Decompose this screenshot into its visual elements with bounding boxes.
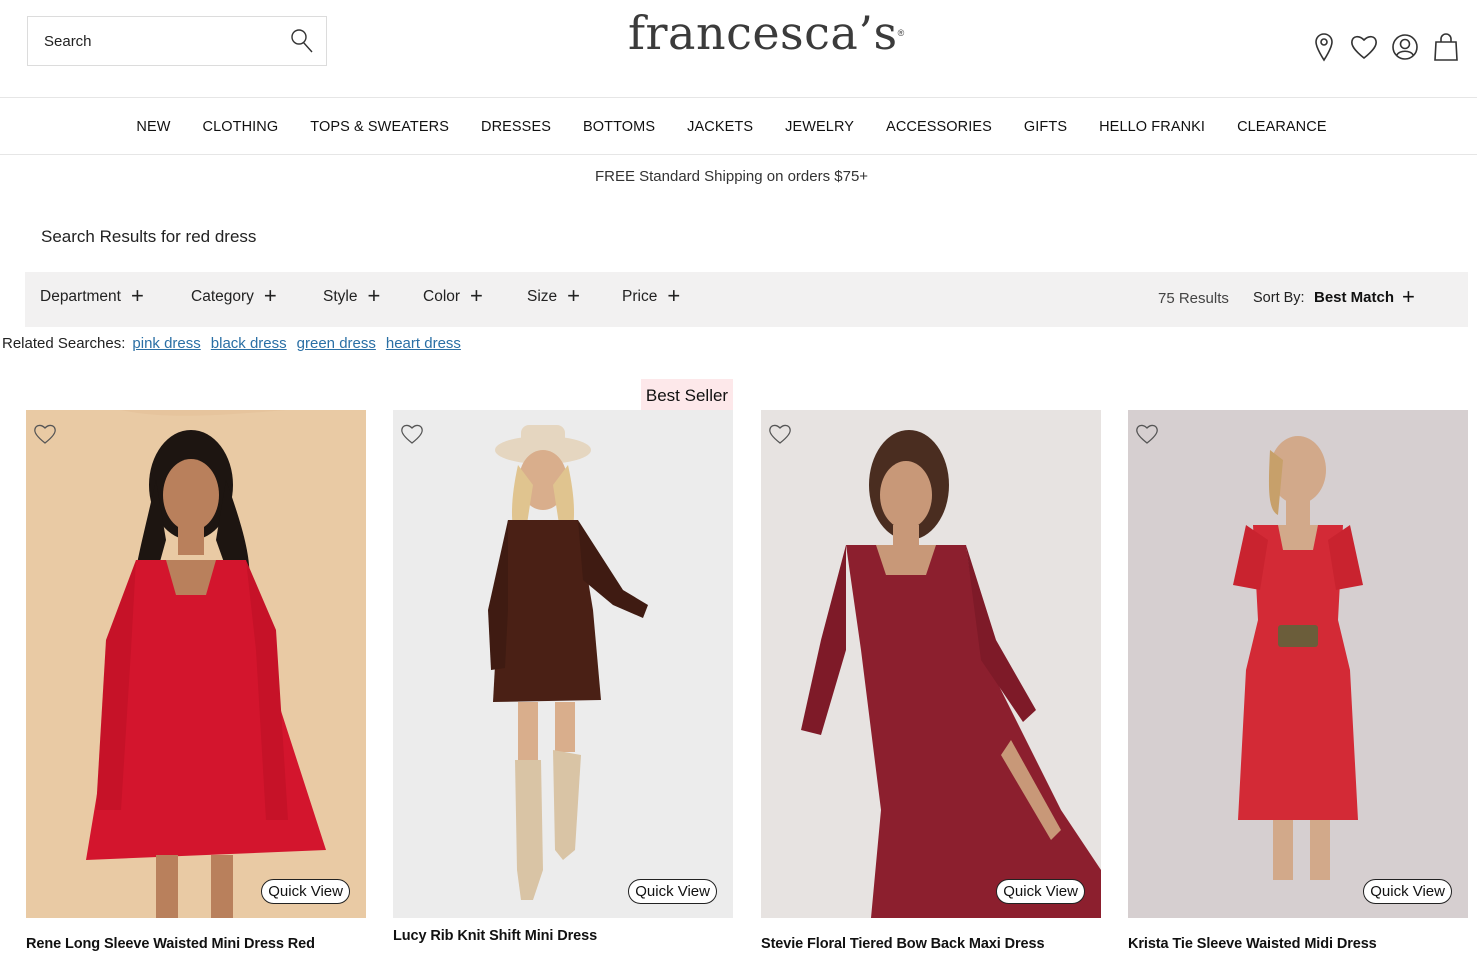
nav-clothing[interactable]: CLOTHING (203, 119, 279, 135)
product-name[interactable]: Lucy Rib Knit Shift Mini Dress (393, 928, 733, 944)
quick-view-button[interactable]: Quick View (996, 879, 1085, 904)
quick-view-button[interactable]: Quick View (1363, 879, 1452, 904)
wishlist-icon[interactable] (1348, 30, 1380, 64)
account-icon[interactable] (1389, 30, 1421, 64)
plus-icon: + (263, 283, 277, 308)
nav-jewelry[interactable]: JEWELRY (785, 119, 854, 135)
filter-label: Size (527, 288, 558, 305)
product-card[interactable]: Quick View Stevie Floral Tiered Bow Back… (761, 410, 1101, 952)
related-label: Related Searches: (2, 335, 126, 352)
sort-dropdown[interactable]: Best Match + (1314, 286, 1415, 308)
related-link-green-dress[interactable]: green dress (297, 335, 376, 352)
product-image[interactable]: Quick View (26, 410, 366, 918)
filter-department[interactable]: Department + (40, 285, 144, 307)
site-header: francesca’s® (0, 0, 1477, 98)
filter-price[interactable]: Price + (622, 285, 680, 307)
plus-icon: + (130, 283, 144, 308)
plus-icon: + (367, 283, 381, 308)
search-icon[interactable] (288, 27, 316, 55)
filter-label: Color (423, 288, 461, 305)
nav-tops-sweaters[interactable]: TOPS & SWEATERS (310, 119, 449, 135)
product-name[interactable]: Stevie Floral Tiered Bow Back Maxi Dress (761, 936, 1101, 952)
product-card[interactable]: Quick View Lucy Rib Knit Shift Mini Dres… (393, 410, 733, 944)
quick-view-button[interactable]: Quick View (628, 879, 717, 904)
filter-size[interactable]: Size + (527, 285, 580, 307)
product-name[interactable]: Krista Tie Sleeve Waisted Midi Dress (1128, 936, 1468, 952)
filter-label: Category (191, 288, 254, 305)
product-card[interactable]: Quick View Krista Tie Sleeve Waisted Mid… (1128, 410, 1468, 952)
nav-new[interactable]: NEW (136, 119, 170, 135)
product-image[interactable]: Quick View (393, 410, 733, 918)
related-link-pink-dress[interactable]: pink dress (132, 335, 200, 352)
best-seller-badge: Best Seller (641, 379, 733, 412)
search-input[interactable] (28, 17, 283, 65)
product-image[interactable]: Quick View (1128, 410, 1468, 918)
filter-style[interactable]: Style + (323, 285, 380, 307)
wishlist-heart-icon[interactable] (399, 422, 425, 446)
filter-label: Price (622, 288, 658, 305)
related-searches: Related Searches: pink dress black dress gr… (2, 335, 461, 352)
results-count: 75 Results (1158, 290, 1229, 307)
plus-icon: + (470, 283, 483, 308)
wishlist-heart-icon[interactable] (1134, 422, 1160, 446)
filter-label: Department (40, 288, 121, 305)
wishlist-heart-icon[interactable] (32, 422, 58, 446)
promo-banner[interactable]: FREE Standard Shipping on orders $75+ (0, 168, 1477, 185)
filter-label: Style (323, 288, 358, 305)
filter-bar: Department + Category + Style + Color + Size… (25, 272, 1468, 327)
plus-icon: + (667, 283, 681, 308)
nav-jackets[interactable]: JACKETS (687, 119, 753, 135)
nav-gifts[interactable]: GIFTS (1024, 119, 1067, 135)
related-link-heart-dress[interactable]: heart dress (386, 335, 461, 352)
related-link-black-dress[interactable]: black dress (211, 335, 287, 352)
registered-mark: ® (897, 28, 905, 38)
plus-icon: + (567, 283, 581, 308)
store-locator-icon[interactable] (1308, 30, 1340, 64)
shopping-bag-icon[interactable] (1430, 30, 1462, 64)
product-card[interactable]: Quick View Rene Long Sleeve Waisted Mini… (26, 410, 366, 952)
sort-value: Best Match (1314, 289, 1395, 306)
logo-text: francesca’s (628, 6, 898, 60)
filter-category[interactable]: Category + (191, 285, 277, 307)
main-nav: NEW CLOTHING TOPS & SWEATERS DRESSES BOT… (0, 99, 1477, 155)
logo[interactable]: francesca’s® (628, 6, 905, 60)
filter-color[interactable]: Color + (423, 285, 483, 307)
plus-icon: + (1402, 284, 1415, 309)
nav-clearance[interactable]: CLEARANCE (1237, 119, 1327, 135)
sort-label: Sort By: (1253, 290, 1305, 306)
nav-hello-franki[interactable]: HELLO FRANKI (1099, 119, 1205, 135)
quick-view-button[interactable]: Quick View (261, 879, 350, 904)
nav-bottoms[interactable]: BOTTOMS (583, 119, 655, 135)
wishlist-heart-icon[interactable] (767, 422, 793, 446)
product-image[interactable]: Quick View (761, 410, 1101, 918)
nav-dresses[interactable]: DRESSES (481, 119, 551, 135)
nav-accessories[interactable]: ACCESSORIES (886, 119, 992, 135)
product-name[interactable]: Rene Long Sleeve Waisted Mini Dress Red (26, 936, 366, 952)
page-title: Search Results for red dress (41, 227, 257, 246)
search-box (27, 16, 327, 66)
